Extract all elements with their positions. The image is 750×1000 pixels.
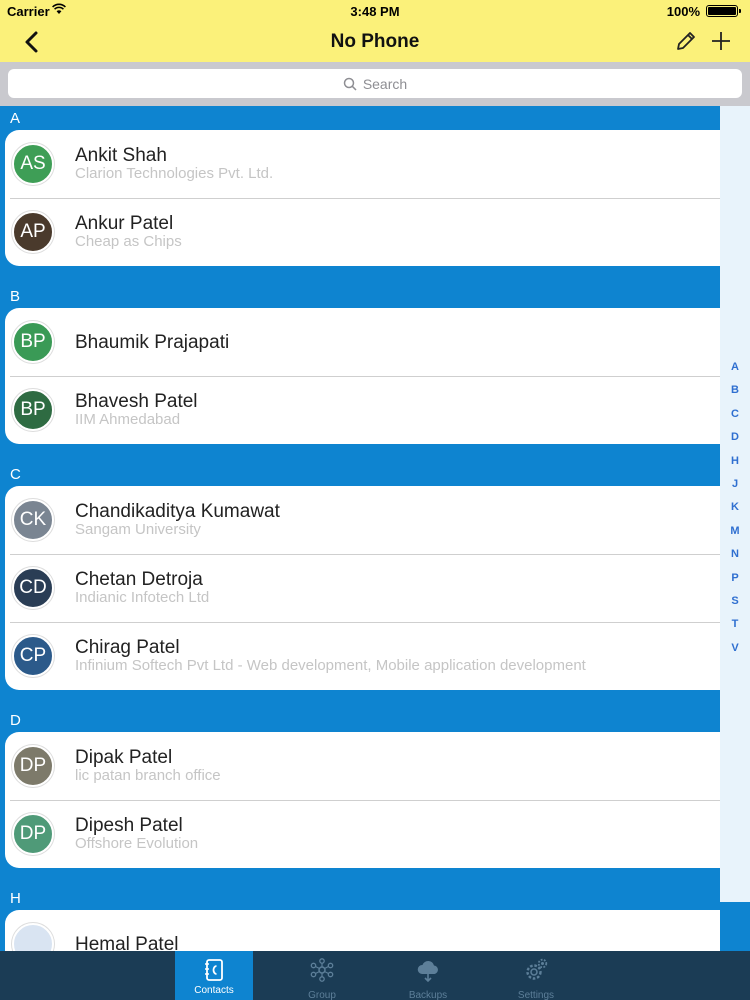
index-letter[interactable]: T — [720, 615, 750, 638]
avatar — [12, 923, 54, 951]
contact-name: Bhavesh Patel — [75, 391, 198, 412]
avatar: BP — [12, 321, 54, 363]
status-bar: Carrier 3:48 PM 100% — [0, 0, 750, 22]
contact-row[interactable]: CP Chirag Patel Infinium Softech Pvt Ltd -… — [5, 622, 720, 690]
contact-name: Ankur Patel — [75, 213, 174, 234]
contact-group: DP Dipak Patel lic patan branch office DP Di… — [5, 732, 720, 868]
avatar: CP — [12, 635, 54, 677]
contact-row[interactable]: AP Ankur Patel Cheap as Chips — [5, 198, 720, 266]
index-letter[interactable]: M — [720, 522, 750, 545]
edit-pencil-icon[interactable] — [674, 29, 698, 53]
avatar: DP — [12, 745, 54, 787]
index-letter[interactable]: V — [720, 639, 750, 662]
tab-group[interactable]: Group — [283, 951, 361, 1000]
index-letter[interactable]: J — [720, 475, 750, 498]
battery-icon — [706, 5, 741, 17]
tab-settings[interactable]: Settings — [497, 951, 575, 1000]
contact-group: CK Chandikaditya Kumawat Sangam University… — [5, 486, 720, 690]
search-placeholder: Search — [362, 75, 408, 92]
tab-contacts[interactable]: Contacts — [175, 951, 253, 1000]
section-index[interactable]: ABCDHJKMNPSTV — [720, 106, 750, 902]
contact-row[interactable]: BP Bhavesh Patel IIM Ahmedabad — [5, 376, 720, 444]
clock: 3:48 PM — [350, 4, 400, 19]
tab-label: Group — [308, 990, 336, 1000]
section-header: D — [10, 712, 21, 729]
contact-name: Dipesh Patel — [75, 815, 183, 836]
tab-bar: Contacts Group Backups Settings — [0, 951, 750, 1000]
page-title: No Phone — [330, 31, 420, 52]
section-header: C — [10, 466, 21, 483]
contact-group: AS Ankit Shah Clarion Technologies Pvt. Lt… — [5, 130, 720, 266]
section-header: H — [10, 890, 21, 907]
contact-name: Dipak Patel — [75, 747, 173, 768]
section-header: B — [10, 288, 21, 305]
search-icon — [343, 77, 357, 91]
search-bar: Search — [0, 62, 750, 106]
index-letter[interactable]: N — [720, 545, 750, 568]
battery-percent: 100% — [666, 4, 700, 19]
gear-icon — [526, 958, 548, 980]
contact-row[interactable]: DP Dipak Patel lic patan branch office — [5, 732, 720, 800]
group-icon — [310, 958, 334, 982]
contact-company: IIM Ahmedabad — [75, 411, 181, 428]
contact-company: Offshore Evolution — [75, 835, 199, 852]
contacts-icon — [205, 959, 223, 981]
avatar: CD — [12, 567, 54, 609]
tab-label: Settings — [517, 990, 555, 1000]
contact-company: lic patan branch office — [75, 767, 221, 784]
avatar: BP — [12, 389, 54, 431]
avatar: CK — [12, 499, 54, 541]
index-letter[interactable]: C — [720, 405, 750, 428]
contact-name: Ankit Shah — [75, 145, 167, 166]
contact-name: Chirag Patel — [75, 637, 180, 658]
avatar: AS — [12, 143, 54, 185]
tab-label: Contacts — [194, 985, 234, 996]
contact-name: Chandikaditya Kumawat — [75, 501, 280, 522]
contact-row[interactable]: BP Bhaumik Prajapati — [5, 308, 720, 376]
add-plus-icon[interactable] — [709, 29, 733, 53]
contact-group: Hemal Patel — [5, 910, 720, 951]
contact-group: BP Bhaumik Prajapati BP Bhavesh Patel IIM Ah… — [5, 308, 720, 444]
contact-company: Clarion Technologies Pvt. Ltd. — [75, 165, 274, 182]
navigation-bar: No Phone — [0, 22, 750, 62]
contact-row[interactable]: CD Chetan Detroja Indianic Infotech Ltd — [5, 554, 720, 622]
index-letter[interactable]: B — [720, 381, 750, 404]
contact-name: Hemal Patel — [75, 934, 179, 951]
contact-company: Cheap as Chips — [75, 233, 182, 250]
index-letter[interactable]: D — [720, 428, 750, 451]
contact-row[interactable]: DP Dipesh Patel Offshore Evolution — [5, 800, 720, 868]
contact-name: Chetan Detroja — [75, 569, 203, 590]
cloud-backup-icon — [417, 960, 438, 983]
contact-row[interactable]: Hemal Patel — [5, 910, 720, 951]
index-letter[interactable]: A — [720, 358, 750, 381]
index-letter[interactable]: H — [720, 452, 750, 475]
contact-list[interactable]: A AS Ankit Shah Clarion Technologies Pvt. L… — [0, 106, 720, 951]
avatar: DP — [12, 813, 54, 855]
contact-row[interactable]: AS Ankit Shah Clarion Technologies Pvt. Lt… — [5, 130, 720, 198]
contact-company: Indianic Infotech Ltd — [75, 589, 210, 606]
contact-company: Sangam University — [75, 521, 201, 538]
contact-company: Infinium Softech Pvt Ltd - Web developme… — [75, 657, 586, 674]
contact-name: Bhaumik Prajapati — [75, 332, 230, 353]
index-letter[interactable]: P — [720, 569, 750, 592]
tab-backups[interactable]: Backups — [389, 951, 467, 1000]
index-letter[interactable]: K — [720, 498, 750, 521]
search-input[interactable]: Search — [8, 69, 742, 98]
tab-label: Backups — [408, 990, 448, 1000]
index-letter[interactable]: S — [720, 592, 750, 615]
contact-row[interactable]: CK Chandikaditya Kumawat Sangam University — [5, 486, 720, 554]
avatar: AP — [12, 211, 54, 253]
section-header: A — [10, 110, 21, 127]
